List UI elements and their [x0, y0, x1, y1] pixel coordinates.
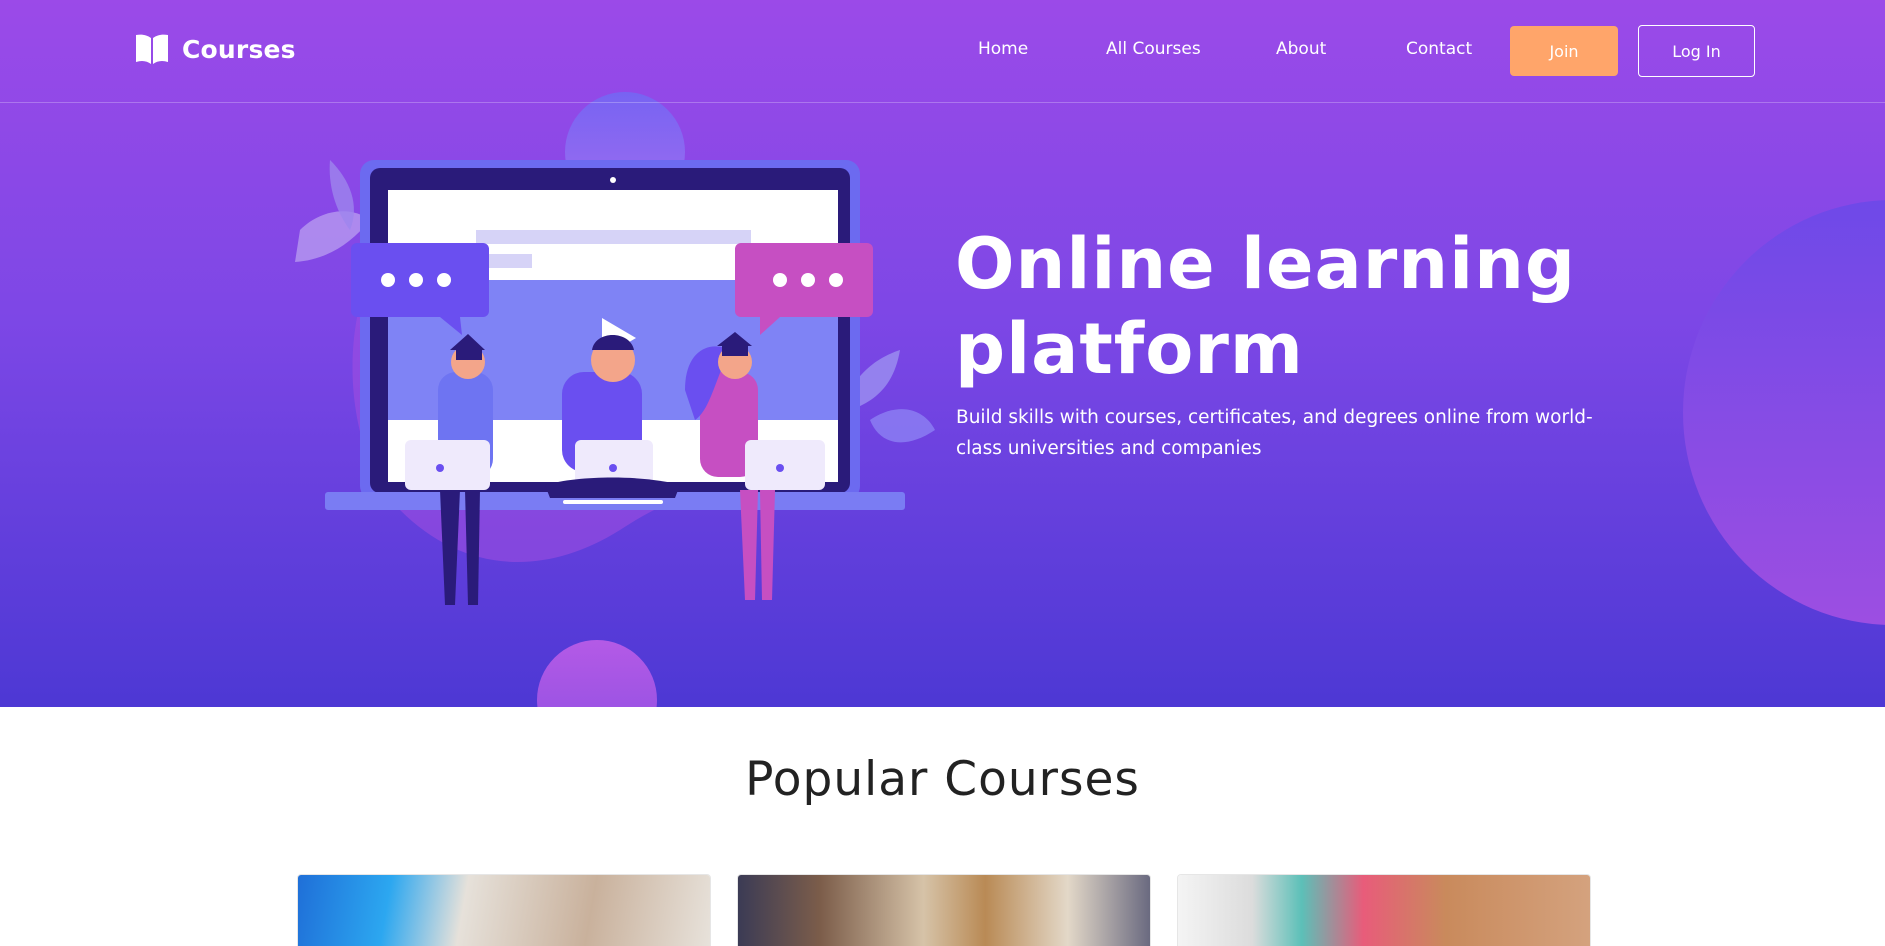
course-card[interactable] [737, 874, 1151, 946]
decorative-circle-right [1683, 200, 1885, 625]
join-button[interactable]: Join [1510, 26, 1618, 76]
brand-title: Courses [182, 34, 296, 64]
login-button[interactable]: Log In [1638, 25, 1755, 77]
top-navbar: Courses Home All Courses About Contact J… [0, 0, 1885, 103]
course-card[interactable] [1177, 874, 1591, 946]
hero-title-line-1: Online learning [955, 223, 1577, 305]
course-image [738, 875, 1150, 946]
decorative-circle-bottom [537, 640, 657, 707]
nav-about[interactable]: About [1276, 39, 1326, 59]
nav-home[interactable]: Home [978, 39, 1028, 59]
popular-courses-title: Popular Courses [745, 752, 1140, 807]
course-image [1178, 875, 1590, 946]
hero-subtitle-line-1: Build skills with courses, certificates,… [956, 407, 1593, 428]
hero-illustration [295, 160, 935, 605]
course-image [298, 875, 710, 946]
hero-title: Online learning platform [955, 222, 1655, 392]
hero-subtitle-line-2: class universities and companies [956, 438, 1262, 459]
hero-subtitle: Build skills with courses, certificates,… [956, 402, 1596, 464]
nav-all-courses[interactable]: All Courses [1106, 39, 1201, 59]
course-card[interactable] [297, 874, 711, 946]
nav-contact[interactable]: Contact [1406, 39, 1472, 59]
brand[interactable]: Courses [134, 32, 296, 66]
open-book-icon [136, 34, 168, 64]
hero-title-line-2: platform [955, 308, 1304, 390]
